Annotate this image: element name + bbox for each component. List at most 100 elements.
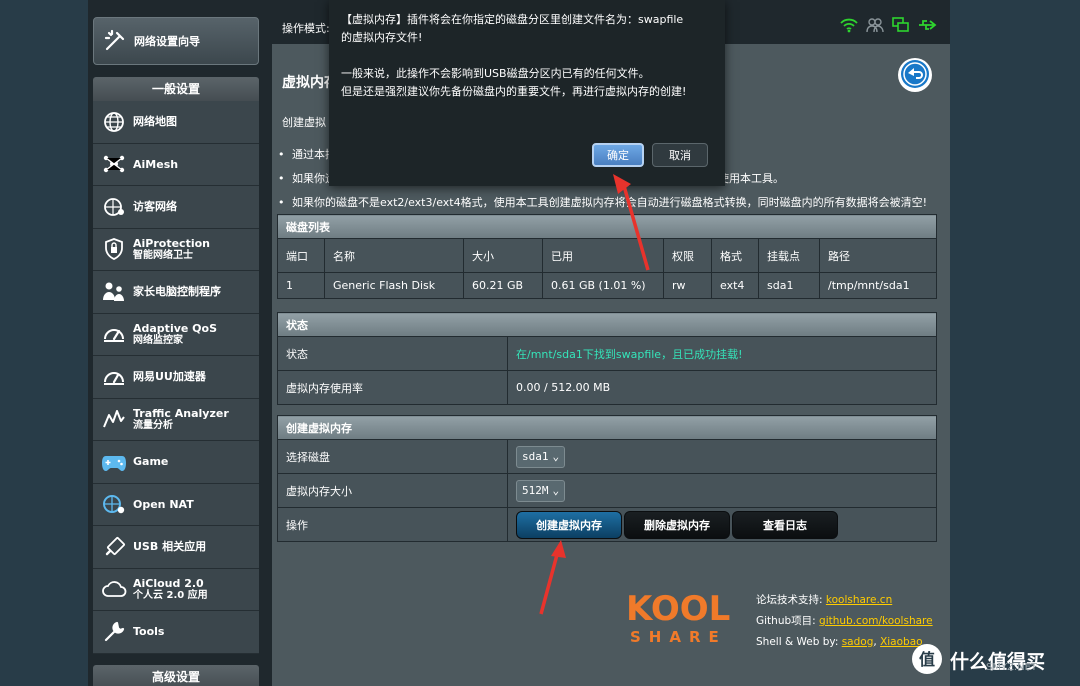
gauge-icon bbox=[101, 321, 127, 347]
watermark: 值 什么值得买 SMYZ.NET bbox=[910, 640, 1080, 680]
table-row: 选择磁盘 sda1 ⌄ bbox=[277, 439, 937, 474]
swap-size-label: 虚拟内存大小 bbox=[277, 473, 508, 508]
cell-port: 1 bbox=[277, 272, 325, 299]
dialog-text-line: 但是还是强烈建议你先备份磁盘内的重要文件，再进行虚拟内存的创建! bbox=[341, 85, 687, 98]
github-link[interactable]: github.com/koolshare bbox=[819, 615, 933, 627]
svg-text:值: 值 bbox=[919, 650, 935, 669]
sidebar-item-label: AiProtection bbox=[133, 236, 210, 250]
watermark-sub: SMYZ.NET bbox=[986, 662, 1038, 673]
wizard-label: 网络设置向导 bbox=[134, 35, 200, 48]
confirm-button[interactable]: 确定 bbox=[592, 143, 644, 167]
disk-table: 磁盘列表 端口 名称 大小 已用 权限 格式 挂载点 路径 1 Generic … bbox=[277, 214, 937, 299]
swap-size-select[interactable]: 512M ⌄ bbox=[516, 479, 566, 502]
swap-usage-value: 0.00 / 512.00 MB bbox=[507, 370, 937, 405]
wizard-icon bbox=[102, 28, 128, 54]
cell-permission: rw bbox=[663, 272, 712, 299]
general-settings-header: 一般设置 bbox=[93, 77, 259, 101]
chevron-down-icon: ⌄ bbox=[552, 450, 560, 463]
network-wizard-button[interactable]: 网络设置向导 bbox=[93, 17, 259, 65]
forum-link[interactable]: koolshare.cn bbox=[826, 594, 892, 606]
forum-label: 论坛技术支持: bbox=[756, 594, 823, 606]
svg-text:SHARE: SHARE bbox=[630, 628, 727, 646]
note-item-tail: 使用本工具。 bbox=[718, 172, 784, 185]
sidebar-item-guest-network[interactable]: 访客网络 bbox=[93, 186, 259, 229]
advanced-settings-header: 高级设置 bbox=[93, 665, 259, 686]
delete-swap-button[interactable]: 删除虚拟内存 bbox=[624, 510, 730, 539]
koolshare-logo: KOOL SHARE bbox=[626, 589, 730, 646]
status-label: 状态 bbox=[277, 336, 508, 371]
sidebar-item-sublabel: 智能网络卫士 bbox=[133, 249, 193, 261]
sidebar-item-adaptive-qos[interactable]: Adaptive QoS 网络监控家 bbox=[93, 314, 259, 356]
disk-select[interactable]: sda1 ⌄ bbox=[516, 445, 566, 468]
table-row: 状态 在/mnt/sda1下找到swapfile，且已成功挂载! bbox=[277, 336, 937, 371]
table-header-row: 端口 名称 大小 已用 权限 格式 挂载点 路径 bbox=[277, 238, 937, 273]
sidebar-item-network-map[interactable]: 网络地图 bbox=[93, 101, 259, 144]
sidebar-item-open-nat[interactable]: Open NAT bbox=[93, 484, 259, 526]
create-swap-table: 创建虚拟内存 选择磁盘 sda1 ⌄ 虚拟内存大小 512M ⌄ 操作 创建虚拟内存… bbox=[277, 415, 937, 542]
usb-icon bbox=[101, 534, 127, 560]
sidebar-item-sublabel: 个人云 2.0 应用 bbox=[133, 589, 208, 601]
sidebar-item-label: Open NAT bbox=[133, 497, 194, 511]
wifi-icon[interactable] bbox=[840, 17, 858, 36]
author-link[interactable]: sadog bbox=[842, 636, 874, 648]
sidebar-item-label: USB 相关应用 bbox=[133, 540, 207, 554]
disk-table-header: 磁盘列表 bbox=[277, 214, 937, 239]
column-header: 格式 bbox=[711, 238, 759, 273]
status-value: 在/mnt/sda1下找到swapfile，且已成功挂载! bbox=[507, 336, 937, 371]
sidebar-item-label: Tools bbox=[133, 625, 165, 639]
sidebar-item-label: 网易UU加速器 bbox=[133, 370, 206, 384]
footer: KOOL SHARE 论坛技术支持: koolshare.cn Github项目… bbox=[626, 589, 933, 648]
globe-icon bbox=[101, 109, 127, 135]
sidebar-item-aicloud[interactable]: AiCloud 2.0 个人云 2.0 应用 bbox=[93, 569, 259, 611]
sidebar-item-tools[interactable]: Tools bbox=[93, 611, 259, 654]
mesh-icon bbox=[101, 151, 127, 177]
column-header: 路径 bbox=[819, 238, 937, 273]
smzdm-logo-icon: 值 bbox=[910, 642, 944, 679]
cancel-button[interactable]: 取消 bbox=[652, 143, 708, 167]
view-log-button[interactable]: 查看日志 bbox=[732, 510, 838, 539]
sidebar-item-uu-accelerator[interactable]: 网易UU加速器 bbox=[93, 356, 259, 399]
create-swap-button[interactable]: 创建虚拟内存 bbox=[516, 510, 622, 539]
sidebar-item-usb-apps[interactable]: USB 相关应用 bbox=[93, 526, 259, 569]
status-table: 状态 状态 在/mnt/sda1下找到swapfile，且已成功挂载! 虚拟内存… bbox=[277, 312, 937, 405]
dialog-text-line: 一般来说，此操作不会影响到USB磁盘分区内已有的任何文件。 bbox=[341, 67, 650, 80]
column-header: 名称 bbox=[324, 238, 464, 273]
wrench-icon bbox=[101, 619, 127, 645]
cloud-icon bbox=[101, 576, 127, 602]
disk-select-label: 选择磁盘 bbox=[277, 439, 508, 474]
cell-format: ext4 bbox=[711, 272, 759, 299]
cell-mount: sda1 bbox=[758, 272, 820, 299]
sidebar-item-label: Adaptive QoS bbox=[133, 321, 218, 335]
usb-status-icon[interactable] bbox=[918, 17, 938, 36]
action-label: 操作 bbox=[277, 507, 508, 542]
sidebar-item-traffic-analyzer[interactable]: Traffic Analyzer 流量分析 bbox=[93, 399, 259, 441]
chevron-down-icon: ⌄ bbox=[552, 484, 560, 497]
cell-size: 60.21 GB bbox=[463, 272, 543, 299]
confirm-dialog: 【虚拟内存】插件将会在你指定的磁盘分区里创建文件名为：swapfile 的虚拟内… bbox=[329, 0, 725, 186]
cell-name: Generic Flash Disk bbox=[324, 272, 464, 299]
sidebar-item-parental-control[interactable]: 家长电脑控制程序 bbox=[93, 271, 259, 314]
network-status-icon[interactable] bbox=[892, 17, 910, 36]
gamepad-icon bbox=[101, 449, 127, 475]
back-arrow-icon bbox=[900, 59, 930, 92]
sidebar-item-label: Traffic Analyzer bbox=[133, 406, 229, 420]
page-description: 创建虚拟 bbox=[282, 116, 326, 129]
column-header: 大小 bbox=[463, 238, 543, 273]
sidebar-item-label: Game bbox=[133, 455, 169, 469]
sidebar-item-aimesh[interactable]: AiMesh bbox=[93, 144, 259, 186]
shell-web-label: Shell & Web by: bbox=[756, 636, 839, 648]
guest-globe-icon bbox=[101, 194, 127, 220]
sidebar-item-aiprotection[interactable]: AiProtection 智能网络卫士 bbox=[93, 229, 259, 271]
dialog-text-line: 的虚拟内存文件! bbox=[341, 31, 423, 44]
sidebar-item-label: AiMesh bbox=[133, 157, 179, 171]
sidebar-menu: 网络地图 AiMesh 访客网络 AiProtection 智能网络卫士 家长电脑… bbox=[93, 101, 259, 654]
column-header: 端口 bbox=[277, 238, 325, 273]
table-row: 虚拟内存使用率 0.00 / 512.00 MB bbox=[277, 370, 937, 405]
sidebar-item-game[interactable]: Game bbox=[93, 441, 259, 484]
speedometer-icon bbox=[101, 364, 127, 390]
clients-icon[interactable] bbox=[866, 17, 884, 36]
back-button[interactable] bbox=[898, 58, 932, 92]
column-header: 挂载点 bbox=[758, 238, 820, 273]
svg-text:KOOL: KOOL bbox=[626, 589, 730, 629]
lock-shield-icon bbox=[101, 236, 127, 262]
